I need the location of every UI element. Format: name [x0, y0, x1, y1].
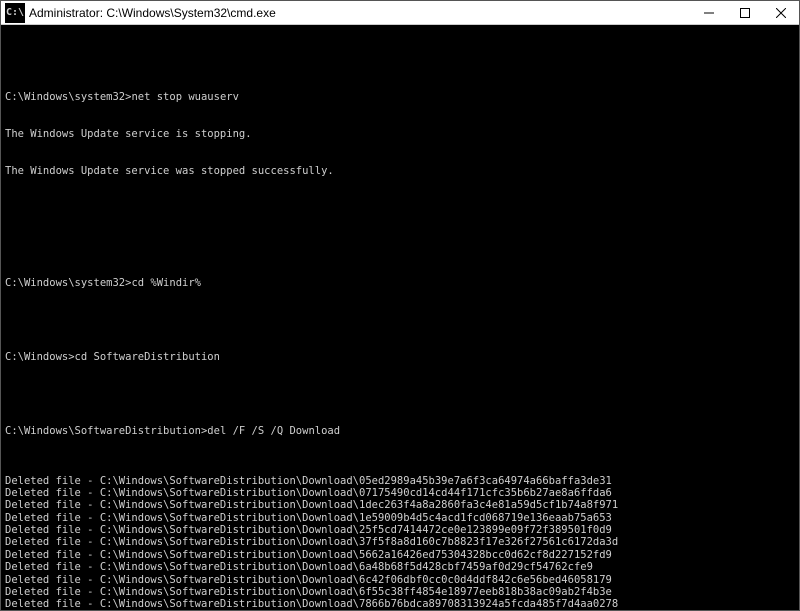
output-line: Deleted file - C:\Windows\SoftwareDistri… [5, 487, 795, 499]
prompt-path: C:\Windows> [5, 351, 75, 363]
output-line: Deleted file - C:\Windows\SoftwareDistri… [5, 586, 795, 598]
output-line: Deleted file - C:\Windows\SoftwareDistri… [5, 512, 795, 524]
maximize-icon [740, 8, 750, 18]
prompt-path: C:\Windows\system32> [5, 91, 131, 103]
terminal-output[interactable]: C:\Windows\system32>net stop wuauserv Th… [1, 25, 799, 610]
command-text: net stop wuauserv [131, 91, 238, 103]
command-text: cd SoftwareDistribution [75, 351, 220, 363]
output-line: C:\Windows\system32>net stop wuauserv [5, 91, 795, 103]
command-text: del /F /S /Q Download [207, 425, 340, 437]
output-line: Deleted file - C:\Windows\SoftwareDistri… [5, 598, 795, 610]
window-controls [691, 1, 799, 24]
cmd-icon: C:\ [5, 3, 25, 23]
output-line: Deleted file - C:\Windows\SoftwareDistri… [5, 524, 795, 536]
output-line: The Windows Update service is stopping. [5, 128, 795, 140]
output-line: Deleted file - C:\Windows\SoftwareDistri… [5, 574, 795, 586]
output-line: Deleted file - C:\Windows\SoftwareDistri… [5, 549, 795, 561]
output-line: C:\Windows\system32>cd %Windir% [5, 277, 795, 289]
output-line [5, 54, 795, 66]
output-line: Deleted file - C:\Windows\SoftwareDistri… [5, 475, 795, 487]
output-line: C:\Windows>cd SoftwareDistribution [5, 351, 795, 363]
window-title: Administrator: C:\Windows\System32\cmd.e… [29, 6, 691, 20]
minimize-button[interactable] [691, 1, 727, 24]
cmd-window: C:\ Administrator: C:\Windows\System32\c… [0, 0, 800, 611]
output-line: Deleted file - C:\Windows\SoftwareDistri… [5, 499, 795, 511]
output-line: Deleted file - C:\Windows\SoftwareDistri… [5, 536, 795, 548]
minimize-icon [704, 8, 714, 18]
output-line [5, 314, 795, 326]
deleted-files-block: Deleted file - C:\Windows\SoftwareDistri… [5, 475, 795, 611]
close-icon [776, 8, 786, 18]
command-text: cd %Windir% [131, 277, 201, 289]
output-line [5, 388, 795, 400]
output-line [5, 202, 795, 214]
output-line [5, 239, 795, 251]
titlebar[interactable]: C:\ Administrator: C:\Windows\System32\c… [1, 1, 799, 25]
close-button[interactable] [763, 1, 799, 24]
output-line: C:\Windows\SoftwareDistribution>del /F /… [5, 425, 795, 437]
output-line: The Windows Update service was stopped s… [5, 165, 795, 177]
prompt-path: C:\Windows\system32> [5, 277, 131, 289]
output-line: Deleted file - C:\Windows\SoftwareDistri… [5, 561, 795, 573]
prompt-path: C:\Windows\SoftwareDistribution> [5, 425, 207, 437]
maximize-button[interactable] [727, 1, 763, 24]
